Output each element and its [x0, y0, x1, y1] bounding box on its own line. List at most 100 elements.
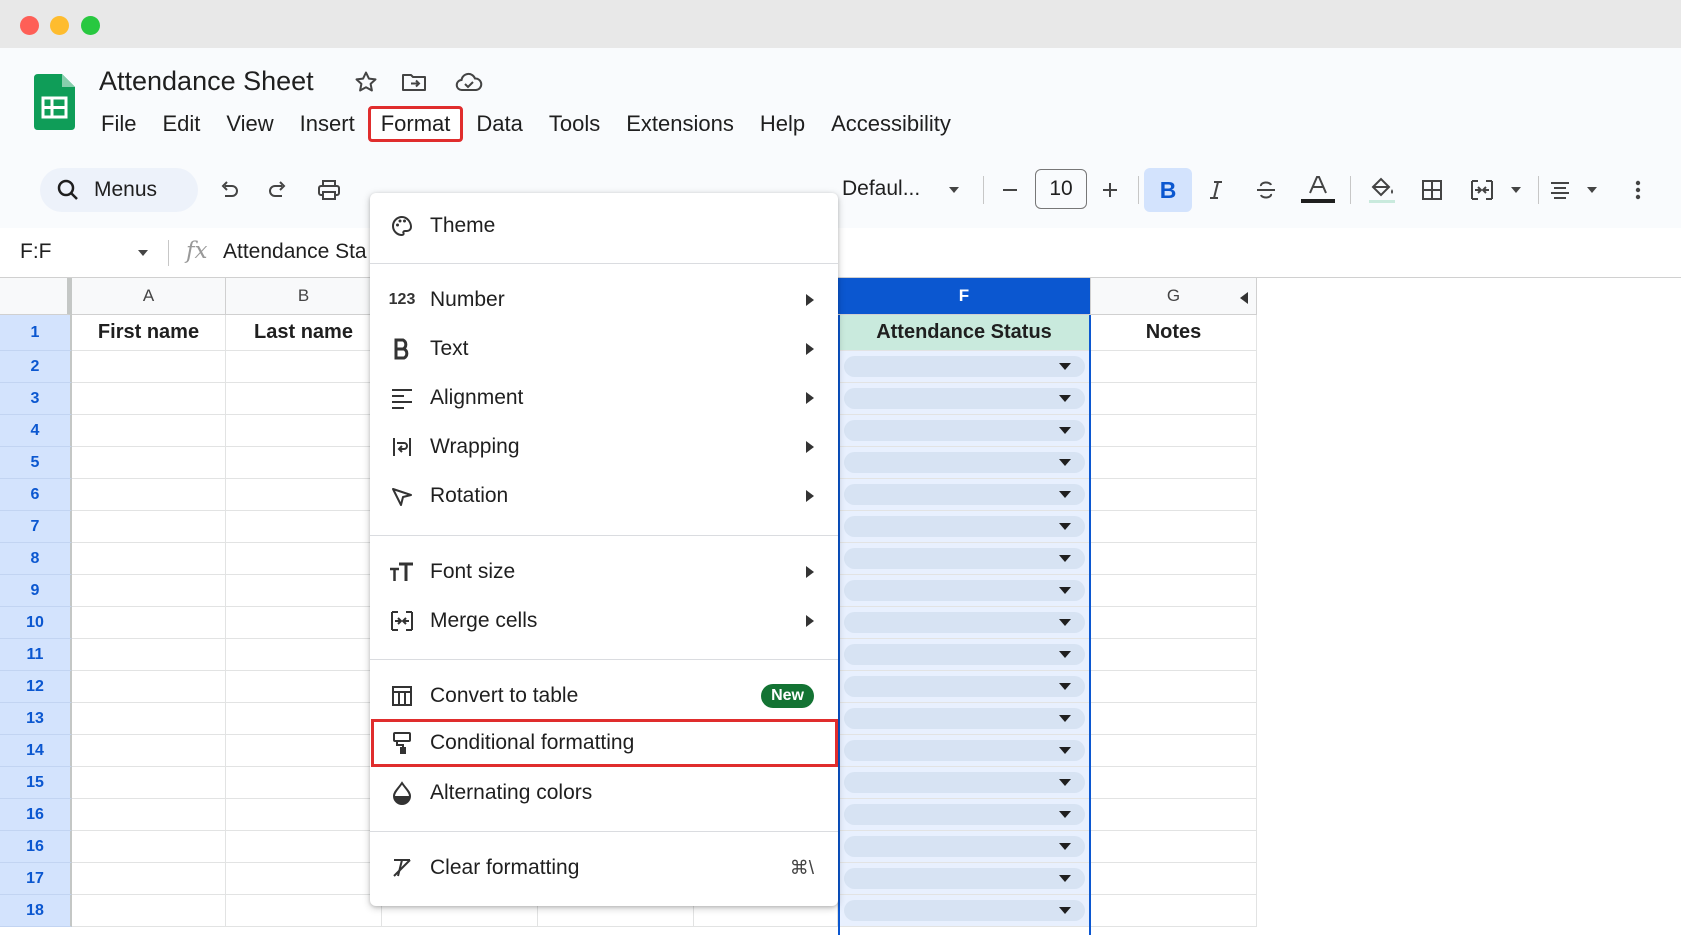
attendance-status-dropdown[interactable]	[838, 607, 1091, 639]
menu-tools[interactable]: Tools	[536, 106, 613, 142]
menu-help[interactable]: Help	[747, 106, 818, 142]
font-family-select[interactable]: Defaul...	[842, 177, 920, 201]
undo-icon[interactable]	[211, 172, 247, 208]
document-title[interactable]: Attendance Sheet	[99, 66, 314, 97]
dropdown-chip[interactable]	[844, 580, 1085, 601]
merge-chevron-down-icon[interactable]	[1498, 172, 1534, 208]
row-header[interactable]: 9	[0, 575, 72, 607]
dropdown-chip[interactable]	[844, 772, 1085, 793]
table-cell[interactable]	[226, 543, 382, 575]
table-cell[interactable]	[1091, 671, 1257, 703]
table-cell[interactable]	[1091, 735, 1257, 767]
attendance-status-dropdown[interactable]	[838, 511, 1091, 543]
table-cell[interactable]	[72, 447, 226, 479]
row-header[interactable]: 8	[0, 543, 72, 575]
row-header[interactable]: 10	[0, 607, 72, 639]
column-header-a[interactable]: A	[72, 278, 226, 315]
table-cell[interactable]	[226, 383, 382, 415]
format-menu-convert-to-table[interactable]: Convert to table New	[370, 673, 838, 719]
maximize-window-button[interactable]	[81, 16, 100, 35]
menu-data[interactable]: Data	[463, 106, 535, 142]
format-menu-conditional-formatting[interactable]: Conditional formatting	[371, 719, 838, 767]
table-cell[interactable]	[72, 799, 226, 831]
format-menu-alignment[interactable]: Alignment	[370, 375, 838, 421]
table-cell[interactable]	[226, 415, 382, 447]
menu-insert[interactable]: Insert	[287, 106, 368, 142]
attendance-status-dropdown[interactable]	[838, 575, 1091, 607]
dropdown-chip[interactable]	[844, 740, 1085, 761]
table-cell[interactable]	[72, 735, 226, 767]
table-cell[interactable]	[226, 895, 382, 927]
attendance-status-dropdown[interactable]	[838, 415, 1091, 447]
table-cell[interactable]	[1091, 831, 1257, 863]
row-header[interactable]: 16	[0, 831, 72, 863]
table-cell[interactable]	[1091, 607, 1257, 639]
move-folder-icon[interactable]	[400, 68, 428, 96]
table-cell[interactable]	[1091, 639, 1257, 671]
table-cell[interactable]	[226, 671, 382, 703]
table-cell[interactable]	[1091, 799, 1257, 831]
more-options-icon[interactable]	[1620, 172, 1656, 208]
menu-format[interactable]: Format	[367, 106, 464, 142]
table-cell[interactable]	[72, 863, 226, 895]
header-cell-a[interactable]: First name	[72, 315, 226, 351]
menu-extensions[interactable]: Extensions	[613, 106, 747, 142]
name-box[interactable]: F:F	[20, 240, 52, 264]
table-cell[interactable]	[226, 447, 382, 479]
column-header-b[interactable]: B	[226, 278, 382, 315]
collapse-arrow-icon[interactable]	[1240, 292, 1248, 304]
table-cell[interactable]	[1091, 575, 1257, 607]
table-cell[interactable]	[226, 863, 382, 895]
row-header[interactable]: 18	[0, 895, 72, 927]
attendance-status-dropdown[interactable]	[838, 479, 1091, 511]
table-cell[interactable]	[72, 607, 226, 639]
table-cell[interactable]	[72, 767, 226, 799]
menu-view[interactable]: View	[213, 106, 286, 142]
table-cell[interactable]	[226, 511, 382, 543]
print-icon[interactable]	[311, 172, 347, 208]
table-cell[interactable]	[72, 895, 226, 927]
format-menu-text[interactable]: Text	[370, 326, 838, 372]
row-header[interactable]: 2	[0, 351, 72, 383]
attendance-status-dropdown[interactable]	[838, 735, 1091, 767]
table-cell[interactable]	[1091, 415, 1257, 447]
table-cell[interactable]	[226, 639, 382, 671]
table-cell[interactable]	[1091, 543, 1257, 575]
font-size-input[interactable]: 10	[1035, 169, 1087, 209]
row-header[interactable]: 3	[0, 383, 72, 415]
dropdown-chip[interactable]	[844, 836, 1085, 857]
dropdown-chip[interactable]	[844, 644, 1085, 665]
table-cell[interactable]	[72, 479, 226, 511]
column-header-f-selected[interactable]: F	[838, 278, 1091, 315]
cloud-saved-icon[interactable]	[455, 68, 483, 96]
menu-edit[interactable]: Edit	[149, 106, 213, 142]
row-header[interactable]: 5	[0, 447, 72, 479]
table-cell[interactable]	[72, 831, 226, 863]
table-cell[interactable]	[72, 383, 226, 415]
table-cell[interactable]	[1091, 447, 1257, 479]
dropdown-chip[interactable]	[844, 388, 1085, 409]
table-cell[interactable]	[1091, 767, 1257, 799]
dropdown-chip[interactable]	[844, 484, 1085, 505]
table-cell[interactable]	[72, 415, 226, 447]
attendance-status-dropdown[interactable]	[838, 383, 1091, 415]
table-cell[interactable]	[1091, 863, 1257, 895]
menu-file[interactable]: File	[88, 106, 149, 142]
row-header[interactable]: 1	[0, 315, 72, 351]
attendance-status-dropdown[interactable]	[838, 543, 1091, 575]
google-sheets-logo-icon[interactable]	[34, 74, 75, 130]
table-cell[interactable]	[1091, 383, 1257, 415]
name-box-chevron-down-icon[interactable]	[136, 248, 150, 258]
attendance-status-dropdown[interactable]	[838, 703, 1091, 735]
dropdown-chip[interactable]	[844, 548, 1085, 569]
table-cell[interactable]	[226, 575, 382, 607]
dropdown-chip[interactable]	[844, 804, 1085, 825]
select-all-corner[interactable]	[0, 278, 72, 315]
row-header[interactable]: 13	[0, 703, 72, 735]
close-window-button[interactable]	[20, 16, 39, 35]
table-cell[interactable]	[1091, 703, 1257, 735]
attendance-status-dropdown[interactable]	[838, 863, 1091, 895]
dropdown-chip[interactable]	[844, 708, 1085, 729]
bold-icon[interactable]: B	[1144, 168, 1192, 212]
table-cell[interactable]	[226, 831, 382, 863]
